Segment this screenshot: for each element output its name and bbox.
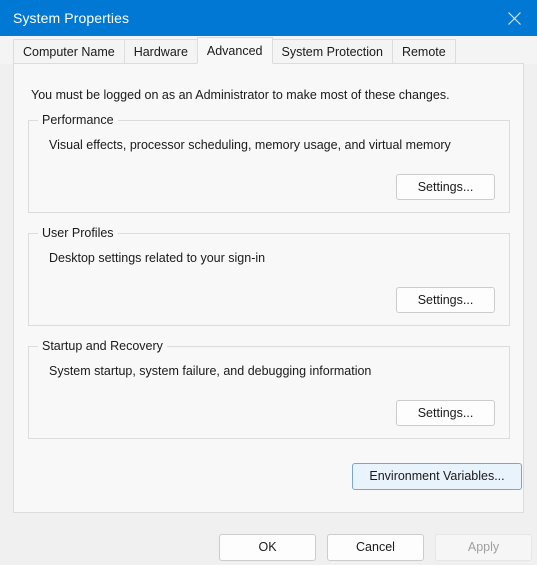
close-icon xyxy=(507,11,522,26)
close-button[interactable] xyxy=(491,0,537,36)
group-startup-and-recovery: Startup and Recovery System startup, sys… xyxy=(28,339,510,439)
window-title: System Properties xyxy=(13,10,130,26)
cancel-button[interactable]: Cancel xyxy=(327,534,424,561)
group-performance-label: Performance xyxy=(38,113,118,127)
dialog-footer: OK Cancel Apply xyxy=(0,524,537,565)
group-user-profiles-label: User Profiles xyxy=(38,226,118,240)
tab-content-panel: You must be logged on as an Administrato… xyxy=(13,63,524,513)
group-user-profiles-description: Desktop settings related to your sign-in xyxy=(49,251,266,265)
apply-button: Apply xyxy=(435,534,532,561)
environment-variables-button[interactable]: Environment Variables... xyxy=(352,463,522,490)
tab-hardware[interactable]: Hardware xyxy=(123,39,198,64)
tab-system-protection[interactable]: System Protection xyxy=(271,39,393,64)
group-performance: Performance Visual effects, processor sc… xyxy=(28,113,510,213)
startup-and-recovery-settings-button[interactable]: Settings... xyxy=(396,400,495,426)
user-profiles-settings-button[interactable]: Settings... xyxy=(396,287,495,313)
group-user-profiles: User Profiles Desktop settings related t… xyxy=(28,226,510,326)
group-startup-and-recovery-description: System startup, system failure, and debu… xyxy=(49,364,372,378)
administrator-notice: You must be logged on as an Administrato… xyxy=(31,88,450,102)
tab-strip: Computer Name Hardware Advanced System P… xyxy=(0,36,537,64)
tab-advanced[interactable]: Advanced xyxy=(196,37,273,64)
performance-settings-button[interactable]: Settings... xyxy=(396,174,495,200)
tab-computer-name[interactable]: Computer Name xyxy=(13,39,125,64)
group-startup-and-recovery-label: Startup and Recovery xyxy=(38,339,167,353)
tab-remote[interactable]: Remote xyxy=(391,39,456,64)
title-bar: System Properties xyxy=(0,0,537,36)
ok-button[interactable]: OK xyxy=(219,534,316,561)
group-performance-description: Visual effects, processor scheduling, me… xyxy=(49,138,451,152)
